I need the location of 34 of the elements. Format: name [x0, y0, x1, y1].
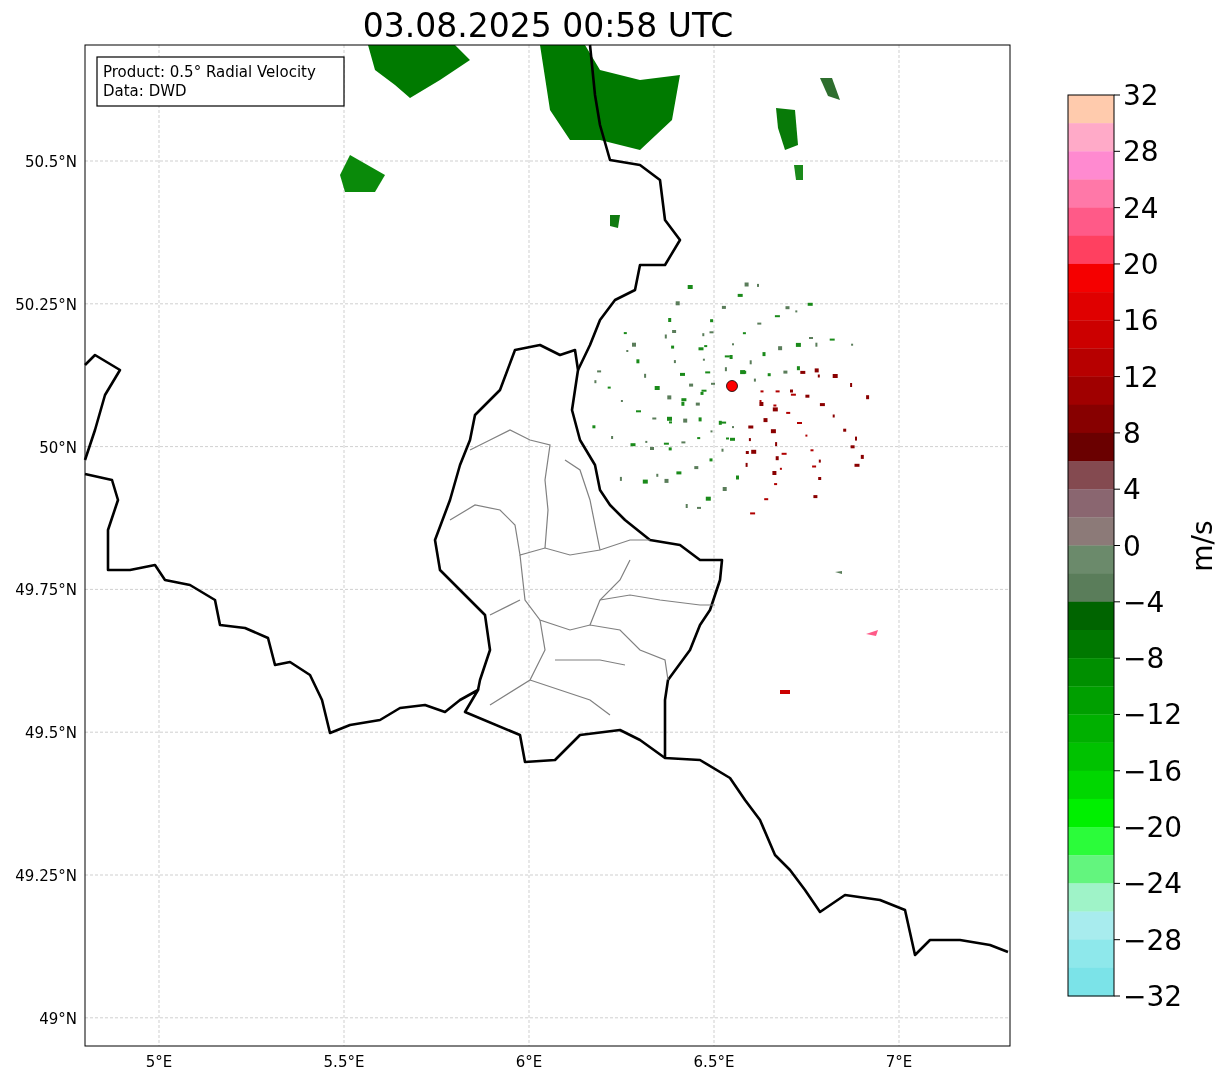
legend-text: Data: DWD	[103, 82, 187, 100]
legend-text: Product: 0.5° Radial Velocity	[103, 63, 316, 81]
colorbar-tick-label: 24	[1123, 191, 1159, 225]
colorbar-tick-label: 12	[1123, 360, 1159, 394]
colorbar-tick-label: −4	[1123, 585, 1165, 619]
colorbar-tick-label: 28	[1123, 135, 1159, 169]
colorbar-tick-label: 4	[1123, 473, 1141, 507]
radar-site-marker	[726, 380, 738, 392]
x-tick-label: 5.5°E	[323, 1053, 365, 1071]
colorbar-tick-label: −28	[1123, 923, 1183, 957]
colorbar-tick-label: −8	[1123, 642, 1165, 676]
x-tick-label: 5°E	[145, 1053, 173, 1071]
y-tick-label: 50°N	[39, 438, 77, 457]
colorbar-tick-label: −32	[1123, 980, 1183, 1013]
colorbar-tick-label: −16	[1123, 754, 1183, 788]
chart-title: 03.08.2025 00:58 UTC	[362, 6, 734, 45]
y-tick-label: 49.25°N	[15, 867, 77, 885]
colorbar-tick-label: 32	[1123, 79, 1159, 112]
y-tick-label: 49.5°N	[24, 724, 77, 743]
colorbar-tick-label: 0	[1123, 529, 1141, 563]
colorbar-label: m/s	[1186, 520, 1219, 572]
colorbar-tick-label: 16	[1123, 304, 1159, 338]
x-tick-label: 6°E	[515, 1053, 543, 1071]
x-tick-label: 7°E	[885, 1053, 913, 1071]
y-tick-label: 49.75°N	[15, 581, 77, 600]
colorbar-tick-label: −24	[1123, 867, 1183, 901]
colorbar-tick-label: −20	[1123, 811, 1183, 845]
x-tick-label: 6.5°E	[693, 1053, 735, 1071]
y-tick-label: 50.5°N	[24, 153, 77, 171]
colorbar-tick-label: 20	[1123, 247, 1159, 281]
y-tick-label: 50.25°N	[15, 295, 77, 314]
colorbar-tick-label: 8	[1123, 416, 1141, 450]
colorbar-tick-label: −12	[1123, 698, 1183, 732]
y-tick-label: 49°N	[39, 1009, 77, 1028]
